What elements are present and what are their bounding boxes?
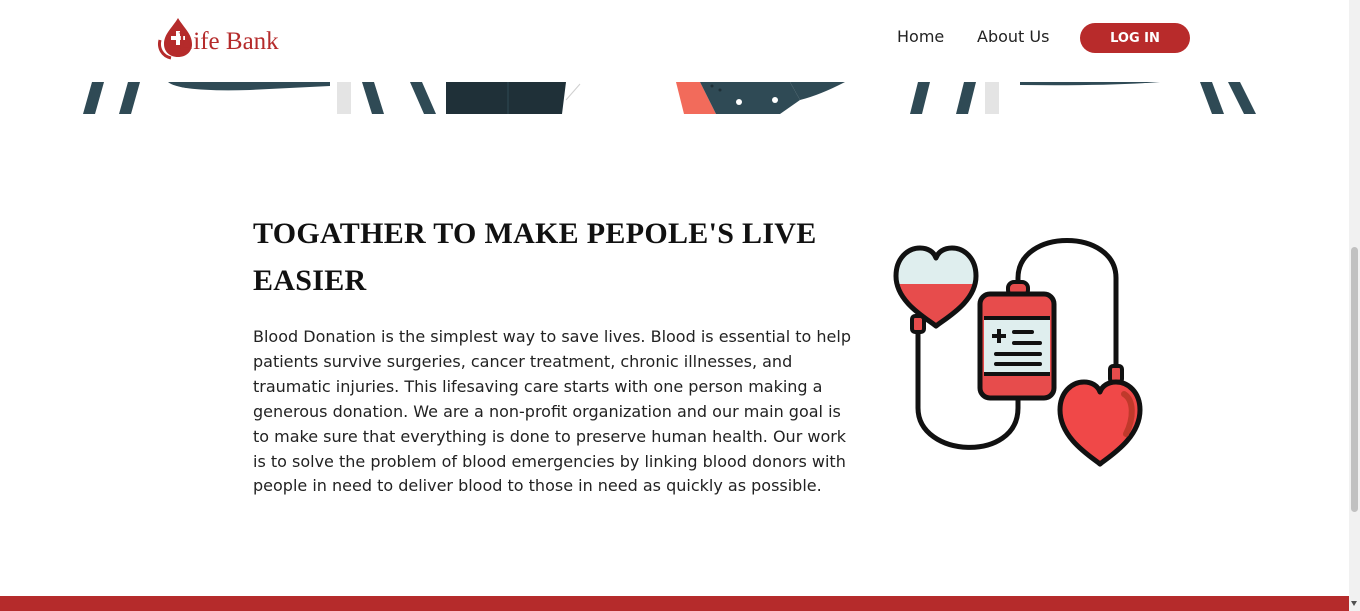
blood-transfusion-hearts-icon: [893, 238, 1143, 467]
blood-transfusion-illustration: [888, 238, 1150, 470]
nav-about-link[interactable]: About Us: [977, 27, 1049, 46]
scrollbar-thumb[interactable]: [1351, 247, 1358, 512]
nav-home-link[interactable]: Home: [897, 27, 944, 46]
scroll-down-arrow-icon[interactable]: [1351, 601, 1357, 606]
login-button[interactable]: LOG IN: [1080, 23, 1190, 53]
about-paragraph: Blood Donation is the simplest way to sa…: [253, 327, 851, 496]
page-title: TOGATHER TO MAKE PEPOLE'S LIVE EASIER: [253, 217, 817, 297]
navbar: Life Bank Home About Us LOG IN: [0, 0, 1349, 82]
logo-text: Life Bank: [178, 28, 279, 55]
footer-bar: [0, 596, 1349, 611]
page-scrollbar[interactable]: [1349, 0, 1360, 611]
